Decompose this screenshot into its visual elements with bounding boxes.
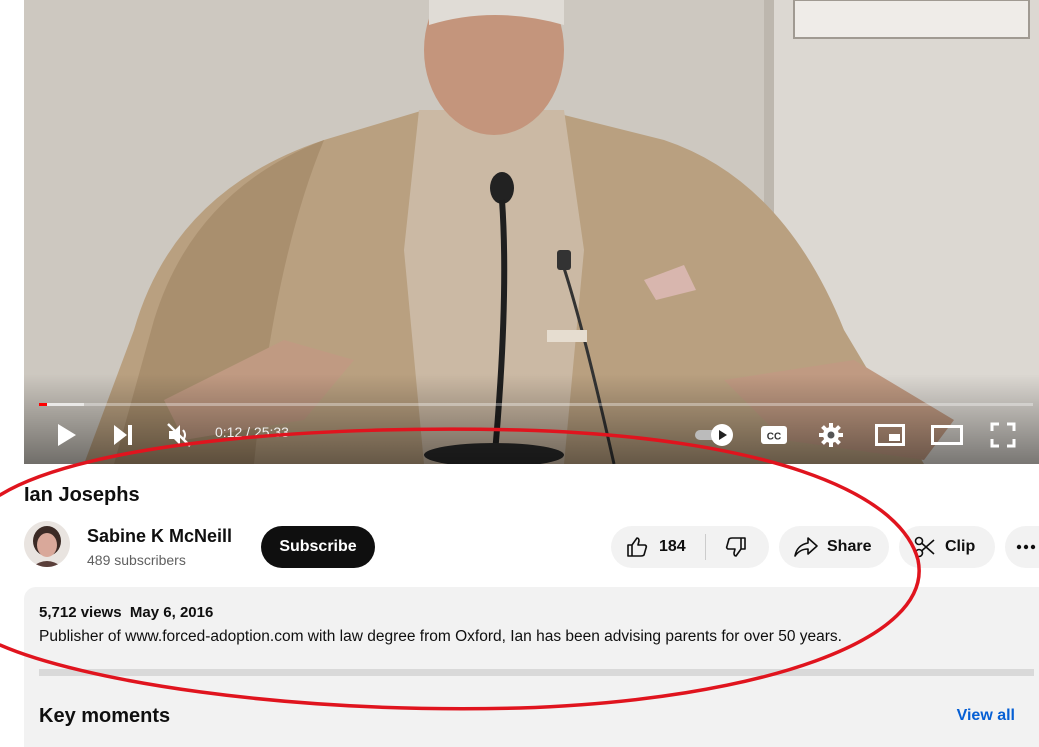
key-moments-heading: Key moments — [39, 705, 171, 727]
theater-mode-icon — [931, 425, 963, 445]
description-divider — [39, 669, 1034, 676]
thumbs-down-icon — [725, 537, 746, 557]
mute-button[interactable] — [164, 420, 194, 450]
scissors-icon — [914, 536, 935, 558]
avatar-image — [24, 521, 70, 567]
fullscreen-button[interactable] — [988, 420, 1018, 450]
like-dislike-group: 184 — [611, 526, 769, 568]
time-separator: / — [242, 424, 254, 440]
autoplay-toggle[interactable] — [692, 422, 736, 448]
video-player[interactable]: 0:12 / 25:33 CC — [24, 0, 1039, 464]
share-button[interactable]: Share — [779, 526, 889, 568]
description-box[interactable]: 5,712 views May 6, 2016 Publisher of www… — [24, 587, 1039, 747]
clip-label: Clip — [945, 538, 976, 555]
captions-button[interactable]: CC — [758, 420, 790, 450]
share-label: Share — [827, 538, 872, 555]
dislike-button[interactable] — [706, 526, 766, 568]
channel-name[interactable]: Sabine K McNeill — [87, 526, 232, 547]
like-button[interactable]: 184 — [611, 526, 705, 568]
progress-bar[interactable] — [39, 403, 1033, 406]
thumbs-up-icon — [627, 537, 648, 557]
view-all-link[interactable]: View all — [957, 707, 1015, 725]
duration: 25:33 — [253, 424, 289, 440]
play-icon — [58, 424, 76, 446]
play-button[interactable] — [52, 420, 82, 450]
upload-date: May 6, 2016 — [129, 604, 214, 621]
next-icon — [114, 425, 132, 445]
miniplayer-icon — [875, 424, 905, 446]
controls-gradient — [24, 374, 1039, 464]
like-count: 184 — [659, 538, 686, 555]
svg-text:CC: CC — [767, 432, 781, 443]
video-title: Ian Josephs — [24, 484, 140, 506]
time-display: 0:12 / 25:33 — [215, 424, 289, 440]
theater-mode-button[interactable] — [930, 420, 964, 450]
volume-muted-icon — [167, 423, 191, 447]
channel-avatar[interactable] — [24, 521, 70, 567]
subscriber-count: 489 subscribers — [87, 552, 186, 568]
miniplayer-button[interactable] — [874, 420, 906, 450]
next-button[interactable] — [108, 420, 138, 450]
view-count: 5,712 views — [39, 604, 122, 621]
description-meta: 5,712 views May 6, 2016 — [39, 604, 213, 621]
description-text: Publisher of www.forced-adoption.com wit… — [39, 628, 842, 645]
fullscreen-icon — [990, 422, 1016, 448]
autoplay-toggle-icon — [695, 424, 733, 446]
settings-icon — [819, 423, 843, 447]
subscribe-button[interactable]: Subscribe — [261, 526, 375, 568]
progress-played — [39, 403, 47, 406]
more-horizontal-icon — [1016, 544, 1036, 550]
captions-icon: CC — [761, 426, 787, 444]
settings-button[interactable] — [816, 420, 846, 450]
current-time: 0:12 — [215, 424, 243, 440]
more-actions-button[interactable] — [1005, 526, 1039, 568]
clip-button[interactable]: Clip — [899, 526, 995, 568]
share-icon — [794, 537, 818, 557]
